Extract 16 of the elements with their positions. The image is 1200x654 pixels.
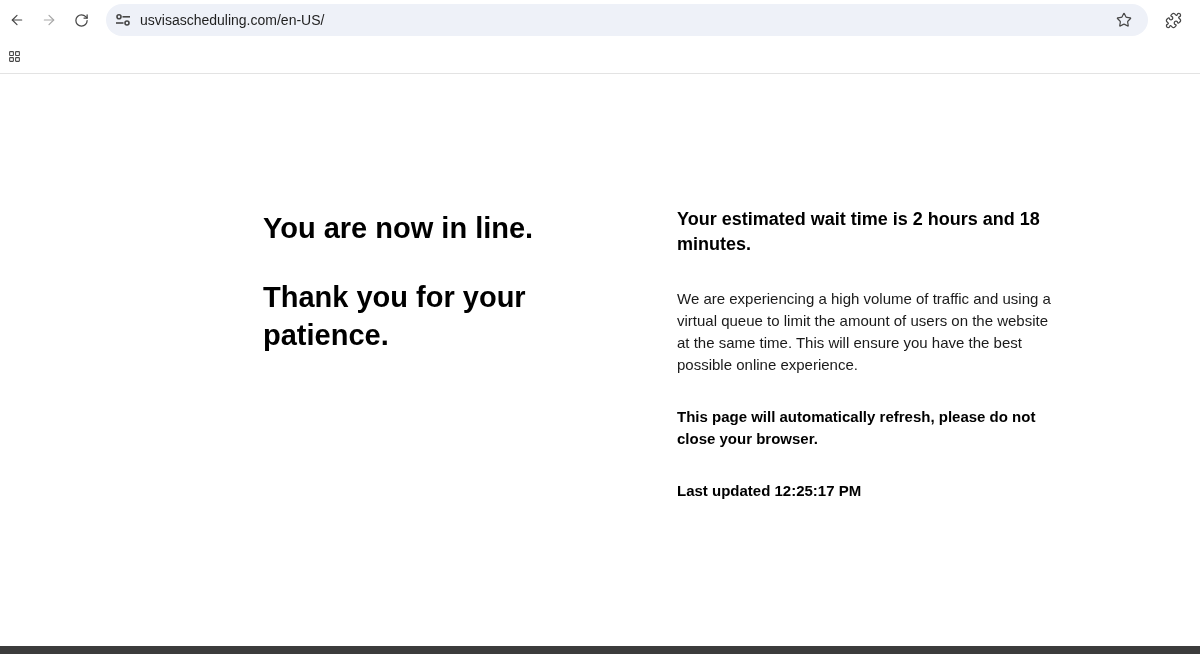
refresh-notice: This page will automatically refresh, please do not close your browser. [677,407,1037,449]
star-icon [1116,12,1132,28]
apps-grid-icon [7,50,21,63]
tune-icon [116,14,130,26]
bookmark-star-button[interactable] [1114,10,1134,30]
address-bar[interactable]: usvisascheduling.com/en-US/ [106,4,1148,36]
thank-you-heading: Thank you for your patience. [263,280,527,353]
forward-arrow-icon [41,12,57,28]
puzzle-icon [1164,11,1182,29]
wait-time-heading: Your estimated wait time is 2 hours and 18 minutes. [677,208,1041,256]
apps-button[interactable] [7,49,21,64]
queue-message: We are experiencing a high volume of traffic and using a virtual queue to limit the amount of users on the website at the same time. This will ensure you have the best possible online experience. [677,289,1052,375]
last-updated-text: Last updated 12:25:17 PM [677,481,862,501]
in-line-heading: You are now in line. [263,211,534,246]
url-text: usvisascheduling.com/en-US/ [140,12,326,28]
reload-icon [73,12,89,28]
